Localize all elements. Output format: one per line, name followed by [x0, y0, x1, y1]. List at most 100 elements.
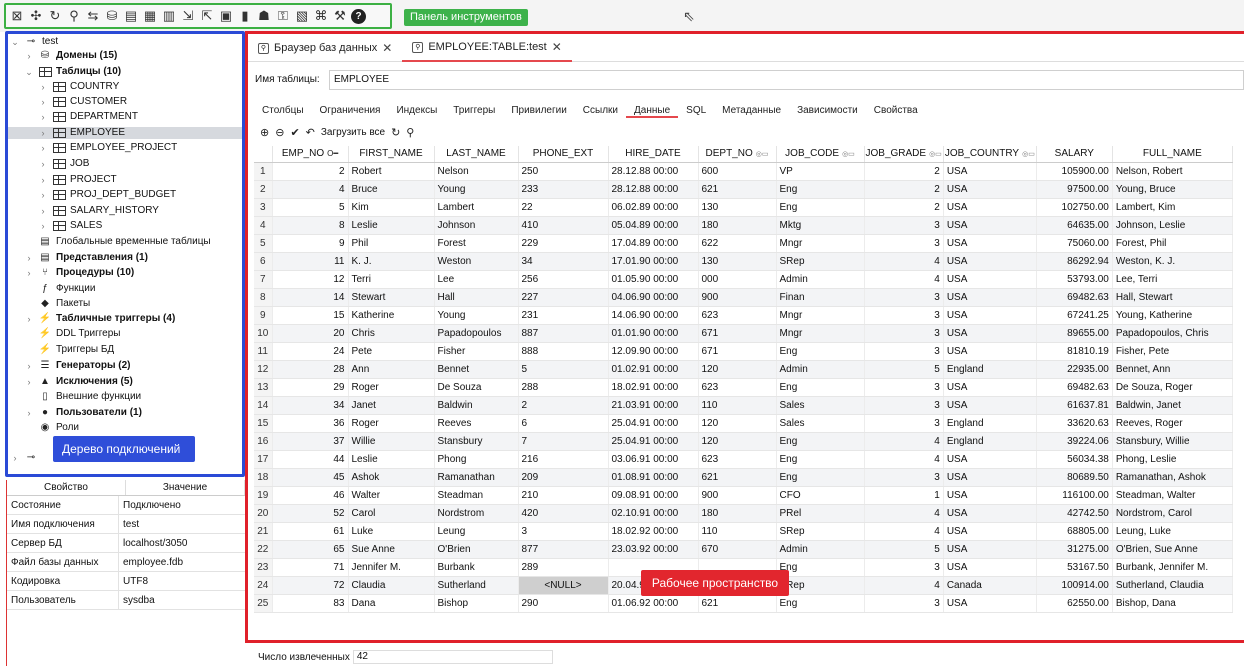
table-cell[interactable]: Eng [776, 342, 865, 361]
table-cell[interactable]: Hall [434, 288, 519, 307]
table-cell[interactable]: 34 [272, 396, 349, 415]
table-cell[interactable]: 71 [272, 558, 349, 577]
table-cell[interactable]: USA [943, 378, 1037, 397]
table-cell[interactable]: USA [943, 324, 1037, 343]
table-cell[interactable]: Steadman [434, 486, 519, 505]
table-row[interactable]: 19 46 Walter Steadman 210 09.08.91 00:00 900 CF… [254, 486, 1233, 505]
table-cell[interactable]: 180 [698, 216, 777, 235]
table-cell[interactable]: 100914.00 [1036, 576, 1113, 595]
table-cell[interactable]: 36 [272, 414, 349, 433]
table-cell[interactable]: 130 [698, 198, 777, 217]
chevron-right-icon[interactable]: › [38, 127, 48, 139]
users-icon[interactable]: ☗ [256, 7, 272, 25]
table-cell[interactable]: Janet [348, 396, 435, 415]
table-cell[interactable]: 888 [518, 342, 609, 361]
table-cell[interactable]: USA [943, 288, 1037, 307]
table-cell[interactable]: 216 [518, 450, 609, 469]
table-cell[interactable]: Leslie [348, 450, 435, 469]
table-cell[interactable]: 120 [698, 360, 777, 379]
table-cell[interactable]: 81810.19 [1036, 342, 1113, 361]
table-cell[interactable]: Walter [348, 486, 435, 505]
table-cell[interactable]: 39224.06 [1036, 432, 1113, 451]
table-row[interactable]: 8 14 Stewart Hall 227 04.06.90 00:00 900 Finan 3… [254, 288, 1233, 307]
table-cell[interactable]: SRep [776, 522, 865, 541]
chevron-right-icon[interactable]: › [38, 205, 48, 217]
table-cell[interactable]: 9 [272, 234, 349, 253]
table-cell[interactable]: Mngr [776, 234, 865, 253]
table-cell[interactable]: 12.09.90 00:00 [608, 342, 699, 361]
connect-icon[interactable]: ⊠ [9, 7, 25, 25]
table-cell[interactable]: 4 [864, 252, 944, 271]
bar-chart-icon[interactable]: ▮ [237, 7, 253, 25]
table-cell[interactable]: Phong [434, 450, 519, 469]
disconnect-icon[interactable]: ✣ [28, 7, 44, 25]
table-cell[interactable]: 28.12.88 00:00 [608, 180, 699, 199]
subtab-10[interactable]: Свойства [866, 104, 926, 118]
property-row[interactable]: Состояние Подключено [7, 496, 245, 515]
table-cell[interactable]: 3 [864, 288, 944, 307]
table-cell[interactable]: 600 [698, 162, 777, 181]
table-cell[interactable]: USA [943, 450, 1037, 469]
tree-item-roles[interactable]: ◉ Роли [38, 422, 79, 434]
tree-item-global-temp-tables[interactable]: ▤ Глобальные временные таблицы [38, 236, 210, 248]
table-cell[interactable]: 5 [272, 198, 349, 217]
table-cell[interactable]: 37 [272, 432, 349, 451]
table-cell[interactable]: 5 [518, 360, 609, 379]
chevron-right-icon[interactable]: › [24, 313, 34, 325]
table-cell[interactable]: Sue Anne [348, 540, 435, 559]
table-cell[interactable]: 623 [698, 450, 777, 469]
tree-item-domains[interactable]: › ⛁ Домены (15) [24, 50, 118, 62]
table-cell[interactable]: 25.04.91 00:00 [608, 414, 699, 433]
table-cell[interactable]: Lee [434, 270, 519, 289]
tree-item-procedures[interactable]: › ⑂ Процедуры (10) [24, 267, 135, 279]
table-cell[interactable]: 622 [698, 234, 777, 253]
subtab-7[interactable]: SQL [678, 104, 714, 118]
table-cell[interactable]: 110 [698, 522, 777, 541]
table-cell[interactable]: 130 [698, 252, 777, 271]
table-cell[interactable]: 68805.00 [1036, 522, 1113, 541]
table-cell[interactable]: Eng [776, 450, 865, 469]
table-cell[interactable]: 28 [272, 360, 349, 379]
table-cell[interactable]: 623 [698, 378, 777, 397]
column-header[interactable]: HIRE_DATE [608, 146, 699, 163]
table-cell[interactable]: 44 [272, 450, 349, 469]
table-row[interactable]: 17 44 Leslie Phong 216 03.06.91 00:00 623 Eng 4 U… [254, 450, 1233, 469]
table-cell[interactable]: Luke [348, 522, 435, 541]
chevron-right-icon[interactable]: › [24, 376, 34, 388]
chevron-right-icon[interactable]: › [24, 360, 34, 372]
table-row[interactable]: 7 12 Terri Lee 256 01.05.90 00:00 000 Admin 4 USA… [254, 270, 1233, 289]
table-cell[interactable]: Nordstrom [434, 504, 519, 523]
subtab-9[interactable]: Зависимости [789, 104, 866, 118]
table-cell[interactable]: 3 [864, 306, 944, 325]
table-cell[interactable]: 12 [272, 270, 349, 289]
table-row[interactable]: 14 34 Janet Baldwin 2 21.03.91 00:00 110 Sales 3… [254, 396, 1233, 415]
table-cell[interactable]: 03.06.91 00:00 [608, 450, 699, 469]
table-cell[interactable]: Ramanathan [434, 468, 519, 487]
export-icon[interactable]: ⇲ [180, 7, 196, 25]
table-cell[interactable]: 4 [864, 504, 944, 523]
tree-item-test[interactable]: ⌄ ⊸ test [10, 36, 58, 48]
table-row[interactable]: 25 83 Dana Bishop 290 01.06.92 00:00 621 Eng 3 US… [254, 594, 1233, 613]
table-cell[interactable]: 180 [698, 504, 777, 523]
table-cell[interactable]: Phil [348, 234, 435, 253]
table-row[interactable]: 10 20 Chris Papadopoulos 887 01.01.90 00:00 67… [254, 324, 1233, 343]
table-cell[interactable]: Ann [348, 360, 435, 379]
table-cell[interactable]: 17.01.90 00:00 [608, 252, 699, 271]
chevron-right-icon[interactable]: › [38, 142, 48, 154]
table-cell[interactable]: Phong, Leslie [1112, 450, 1233, 469]
report-icon[interactable]: ▧ [294, 7, 310, 25]
table-cell[interactable]: 01.06.92 00:00 [608, 594, 699, 613]
table-cell[interactable]: Sutherland [434, 576, 519, 595]
table-cell[interactable]: Young, Katherine [1112, 306, 1233, 325]
subtab-6[interactable]: Данные [626, 104, 679, 118]
table-cell[interactable]: 18.02.92 00:00 [608, 522, 699, 541]
property-row[interactable]: Имя подключения test [7, 515, 245, 534]
subtab-0[interactable]: Столбцы [254, 104, 312, 118]
table-cell[interactable]: 3 [864, 594, 944, 613]
table-cell[interactable]: Admin [776, 360, 865, 379]
table-cell[interactable]: 231 [518, 306, 609, 325]
table-cell[interactable]: Sales [776, 414, 865, 433]
table-cell[interactable]: USA [943, 270, 1037, 289]
table-cell[interactable]: 21.03.91 00:00 [608, 396, 699, 415]
tree-item-country[interactable]: › COUNTRY [38, 81, 119, 93]
